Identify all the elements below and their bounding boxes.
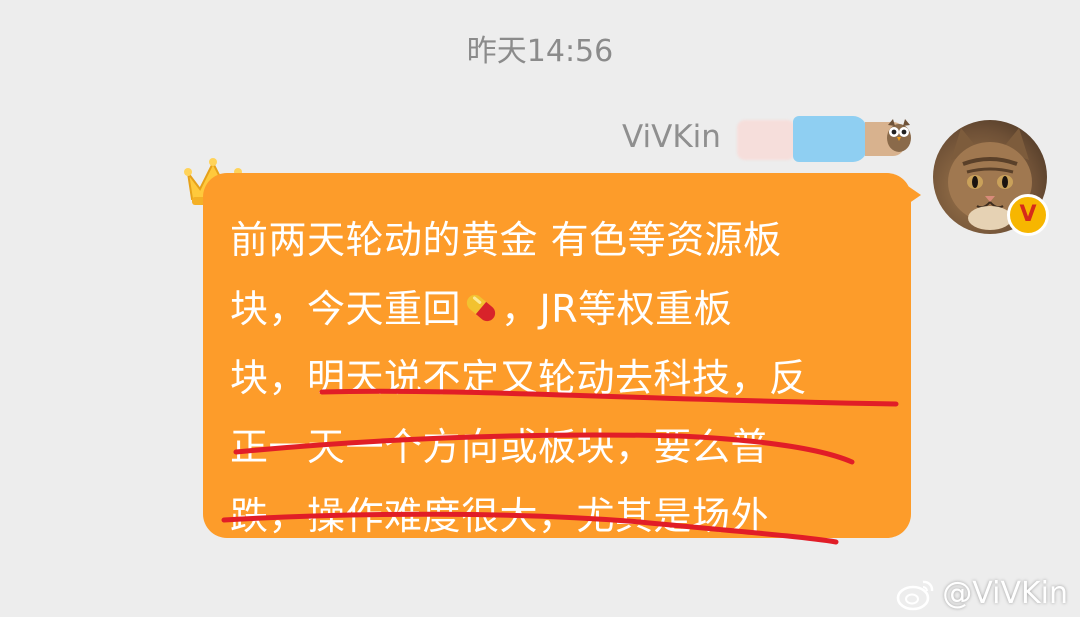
message-text: 前两天轮动的黄金 有色等资源板 块，今天重回 ，JR等权重板 块，明天说不定又轮… [230, 206, 890, 551]
timestamp: 昨天14:56 [466, 34, 614, 69]
weibo-logo-icon [896, 580, 934, 611]
vip-badge-icon: V [1007, 194, 1049, 236]
message-line-part: ，JR等权重板 [501, 287, 733, 331]
message-line: 正一天一个方向或板块，要么普 [230, 425, 770, 469]
pill-icon [466, 294, 496, 322]
sender-name[interactable]: ViVKin [622, 116, 721, 158]
badge-blue [793, 116, 867, 162]
sender-badges [737, 116, 905, 162]
message-line: 前两天轮动的黄金 有色等资源板 [230, 218, 782, 262]
message-line: 块，今天重回 ，JR等权重板 [230, 275, 890, 344]
badge-pink [737, 120, 795, 160]
message-line-part: 块，今天重回 [230, 287, 462, 331]
message-line: 块，明天说不定又轮动去科技，反 [230, 356, 808, 400]
watermark-text: @ViVKin [942, 576, 1068, 611]
owl-icon [887, 119, 911, 152]
watermark: @ViVKin [896, 574, 1068, 614]
message-line: 跌，操作难度很大，尤其是场外 [230, 494, 770, 538]
bubble-tail [905, 184, 921, 206]
